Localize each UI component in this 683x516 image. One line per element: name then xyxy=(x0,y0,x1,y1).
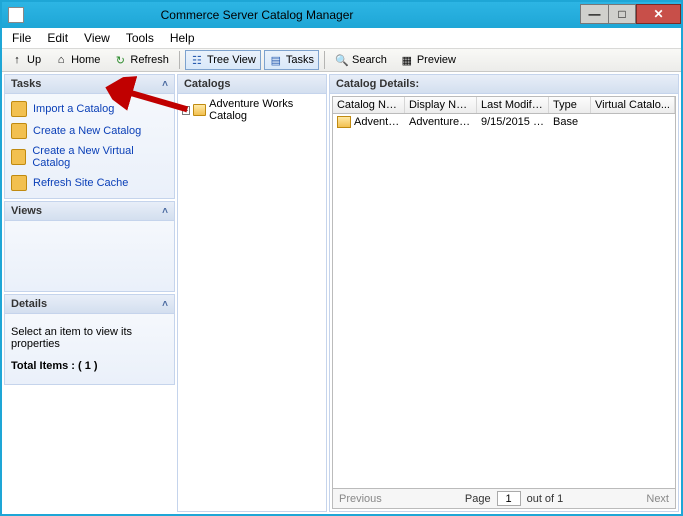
title-bar[interactable]: Commerce Server Catalog Manager — □ ✕ xyxy=(2,2,681,28)
toolbar: ↑Up ⌂Home ↻Refresh ☷Tree View ▤Tasks 🔍Se… xyxy=(2,48,681,72)
folder-icon xyxy=(337,116,351,128)
chevron-up-icon: ˄ xyxy=(162,79,168,90)
col-last-modified[interactable]: Last Modified xyxy=(477,97,549,113)
views-panel-header[interactable]: Views ˄ xyxy=(5,202,174,221)
sidebar: Tasks ˄ Import a Catalog Create a New Ca… xyxy=(2,72,177,514)
close-button[interactable]: ✕ xyxy=(636,4,681,24)
table-row[interactable]: Adventure ... Adventure W... 9/15/2015 4… xyxy=(333,114,675,130)
details-hint: Select an item to view its properties xyxy=(11,326,168,350)
pager-page-input[interactable] xyxy=(497,491,521,506)
menu-tools[interactable]: Tools xyxy=(118,29,162,47)
folder-icon xyxy=(11,123,27,139)
preview-button[interactable]: ▦Preview xyxy=(395,50,461,70)
task-refresh-site-cache[interactable]: Refresh Site Cache xyxy=(7,172,172,194)
refresh-icon: ↻ xyxy=(113,53,127,67)
menu-help[interactable]: Help xyxy=(162,29,203,47)
chevron-up-icon: ˄ xyxy=(162,206,168,217)
pager-of-label: out of 1 xyxy=(527,493,564,505)
tree-root-label: Adventure Works Catalog xyxy=(209,98,322,122)
col-virtual[interactable]: Virtual Catalo... xyxy=(591,97,675,113)
catalog-details-panel: Catalog Details: Catalog Name Display Na… xyxy=(329,74,679,512)
pager-page-label: Page xyxy=(465,493,491,505)
folder-icon xyxy=(193,104,206,116)
refresh-button[interactable]: ↻Refresh xyxy=(108,50,174,70)
preview-icon: ▦ xyxy=(400,53,414,67)
col-catalog-name[interactable]: Catalog Name xyxy=(333,97,405,113)
tasks-panel: Tasks ˄ Import a Catalog Create a New Ca… xyxy=(4,74,175,199)
search-button[interactable]: 🔍Search xyxy=(330,50,392,70)
tasks-toggle-button[interactable]: ▤Tasks xyxy=(264,50,319,70)
search-icon: 🔍 xyxy=(335,53,349,67)
menu-view[interactable]: View xyxy=(76,29,118,47)
details-panel-header[interactable]: Details ˄ xyxy=(5,295,174,314)
catalogs-title: Catalogs xyxy=(184,78,230,90)
tree-icon: ☷ xyxy=(190,53,204,67)
home-button[interactable]: ⌂Home xyxy=(49,50,105,70)
views-panel: Views ˄ xyxy=(4,201,175,292)
task-create-virtual-catalog[interactable]: Create a New Virtual Catalog xyxy=(7,142,172,172)
catalogs-panel-header: Catalogs xyxy=(178,75,326,94)
pager: Previous Page out of 1 Next xyxy=(333,488,675,508)
folder-icon xyxy=(11,101,27,117)
window-title: Commerce Server Catalog Manager xyxy=(0,8,580,22)
details-total: Total Items : ( 1 ) xyxy=(11,360,98,372)
tree-root[interactable]: + Adventure Works Catalog xyxy=(182,98,322,122)
expand-icon[interactable]: + xyxy=(182,106,190,115)
catalogs-panel: Catalogs + Adventure Works Catalog xyxy=(177,74,327,512)
col-type[interactable]: Type xyxy=(549,97,591,113)
chevron-up-icon: ˄ xyxy=(162,299,168,310)
minimize-button[interactable]: — xyxy=(580,4,608,24)
list-icon: ▤ xyxy=(269,53,283,67)
views-title: Views xyxy=(11,205,42,217)
folder-icon xyxy=(11,149,26,165)
separator xyxy=(324,51,325,69)
separator xyxy=(179,51,180,69)
details-panel: Details ˄ Select an item to view its pro… xyxy=(4,294,175,385)
arrow-up-icon: ↑ xyxy=(10,53,24,67)
pager-prev[interactable]: Previous xyxy=(339,493,382,505)
catalog-details-title: Catalog Details: xyxy=(336,78,419,90)
task-import-catalog[interactable]: Import a Catalog xyxy=(7,98,172,120)
col-display-name[interactable]: Display Name xyxy=(405,97,477,113)
folder-icon xyxy=(11,175,27,191)
catalog-grid: Catalog Name Display Name Last Modified … xyxy=(332,96,676,509)
tasks-panel-header[interactable]: Tasks ˄ xyxy=(5,75,174,94)
up-button[interactable]: ↑Up xyxy=(5,50,46,70)
home-icon: ⌂ xyxy=(54,53,68,67)
menu-bar: File Edit View Tools Help xyxy=(2,28,681,48)
menu-file[interactable]: File xyxy=(4,29,39,47)
task-create-catalog[interactable]: Create a New Catalog xyxy=(7,120,172,142)
catalog-details-header: Catalog Details: xyxy=(330,75,678,94)
details-title: Details xyxy=(11,298,47,310)
tasks-title: Tasks xyxy=(11,78,41,90)
pager-next[interactable]: Next xyxy=(646,493,669,505)
grid-header[interactable]: Catalog Name Display Name Last Modified … xyxy=(333,97,675,114)
tree-view-button[interactable]: ☷Tree View xyxy=(185,50,261,70)
menu-edit[interactable]: Edit xyxy=(39,29,76,47)
maximize-button[interactable]: □ xyxy=(608,4,636,24)
